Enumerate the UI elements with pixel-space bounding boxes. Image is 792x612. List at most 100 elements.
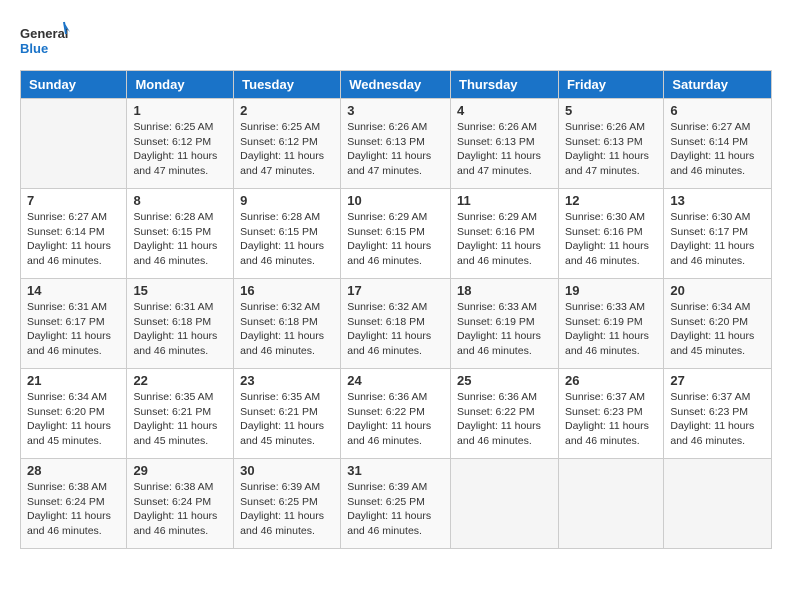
weekday-header: Sunday [21,71,127,99]
calendar-cell: 7 Sunrise: 6:27 AM Sunset: 6:14 PM Daylig… [21,189,127,279]
calendar-cell: 18 Sunrise: 6:33 AM Sunset: 6:19 PM Dayli… [451,279,559,369]
day-number: 25 [457,373,552,388]
day-number: 23 [240,373,334,388]
calendar-cell: 23Sunrise: 6:35 AM Sunset: 6:21 PM Dayli… [234,369,341,459]
calendar-cell [664,459,772,549]
day-number: 22 [133,373,227,388]
calendar-cell: 21 Sunrise: 6:34 AM Sunset: 6:20 PM Dayli… [21,369,127,459]
weekday-header-row: SundayMondayTuesdayWednesdayThursdayFrid… [21,71,772,99]
day-number: 20 [670,283,765,298]
day-info: Sunrise: 6:37 AM Sunset: 6:23 PM Dayligh… [670,390,765,449]
day-number: 2 [240,103,334,118]
day-info: Sunrise: 6:26 AM Sunset: 6:13 PM Dayligh… [457,120,552,179]
calendar-week-row: 21 Sunrise: 6:34 AM Sunset: 6:20 PM Dayli… [21,369,772,459]
day-info: Sunrise: 6:26 AM Sunset: 6:13 PM Dayligh… [565,120,657,179]
calendar-cell [451,459,559,549]
day-info: Sunrise: 6:25 AM Sunset: 6:12 PM Dayligh… [240,120,334,179]
day-number: 26 [565,373,657,388]
day-info: Sunrise: 6:33 AM Sunset: 6:19 PM Dayligh… [457,300,552,359]
calendar-cell: 30Sunrise: 6:39 AM Sunset: 6:25 PM Dayli… [234,459,341,549]
day-info: Sunrise: 6:34 AM Sunset: 6:20 PM Dayligh… [27,390,120,449]
weekday-header: Wednesday [341,71,451,99]
day-info: Sunrise: 6:29 AM Sunset: 6:16 PM Dayligh… [457,210,552,269]
day-number: 16 [240,283,334,298]
day-number: 14 [27,283,120,298]
day-number: 9 [240,193,334,208]
day-info: Sunrise: 6:38 AM Sunset: 6:24 PM Dayligh… [133,480,227,539]
day-number: 5 [565,103,657,118]
day-info: Sunrise: 6:31 AM Sunset: 6:18 PM Dayligh… [133,300,227,359]
day-info: Sunrise: 6:28 AM Sunset: 6:15 PM Dayligh… [240,210,334,269]
day-number: 29 [133,463,227,478]
day-info: Sunrise: 6:36 AM Sunset: 6:22 PM Dayligh… [457,390,552,449]
calendar-cell: 28Sunrise: 6:38 AM Sunset: 6:24 PM Dayli… [21,459,127,549]
day-info: Sunrise: 6:32 AM Sunset: 6:18 PM Dayligh… [347,300,444,359]
day-number: 30 [240,463,334,478]
calendar-cell: 15Sunrise: 6:31 AM Sunset: 6:18 PM Dayli… [127,279,234,369]
calendar-cell: 6 Sunrise: 6:27 AM Sunset: 6:14 PM Daylig… [664,99,772,189]
weekday-header: Tuesday [234,71,341,99]
day-number: 13 [670,193,765,208]
day-info: Sunrise: 6:34 AM Sunset: 6:20 PM Dayligh… [670,300,765,359]
day-number: 27 [670,373,765,388]
logo-container: General Blue [20,20,70,60]
calendar-cell: 16 Sunrise: 6:32 AM Sunset: 6:18 PM Dayli… [234,279,341,369]
day-number: 10 [347,193,444,208]
calendar-cell: 12Sunrise: 6:30 AM Sunset: 6:16 PM Dayli… [558,189,663,279]
day-info: Sunrise: 6:32 AM Sunset: 6:18 PM Dayligh… [240,300,334,359]
day-info: Sunrise: 6:36 AM Sunset: 6:22 PM Dayligh… [347,390,444,449]
calendar-cell: 5 Sunrise: 6:26 AM Sunset: 6:13 PM Daylig… [558,99,663,189]
calendar-cell: 19Sunrise: 6:33 AM Sunset: 6:19 PM Dayli… [558,279,663,369]
calendar-cell: 14 Sunrise: 6:31 AM Sunset: 6:17 PM Dayli… [21,279,127,369]
calendar-week-row: 1Sunrise: 6:25 AM Sunset: 6:12 PM Daylig… [21,99,772,189]
day-number: 7 [27,193,120,208]
day-info: Sunrise: 6:28 AM Sunset: 6:15 PM Dayligh… [133,210,227,269]
svg-text:Blue: Blue [20,41,48,56]
day-info: Sunrise: 6:25 AM Sunset: 6:12 PM Dayligh… [133,120,227,179]
day-number: 18 [457,283,552,298]
day-number: 4 [457,103,552,118]
day-info: Sunrise: 6:27 AM Sunset: 6:14 PM Dayligh… [27,210,120,269]
day-number: 24 [347,373,444,388]
svg-text:General: General [20,26,68,41]
calendar-cell: 31 Sunrise: 6:39 AM Sunset: 6:25 PM Dayli… [341,459,451,549]
calendar-cell: 2 Sunrise: 6:25 AM Sunset: 6:12 PM Daylig… [234,99,341,189]
day-number: 3 [347,103,444,118]
calendar-cell: 24 Sunrise: 6:36 AM Sunset: 6:22 PM Dayli… [341,369,451,459]
calendar-cell: 11 Sunrise: 6:29 AM Sunset: 6:16 PM Dayli… [451,189,559,279]
calendar-cell: 27 Sunrise: 6:37 AM Sunset: 6:23 PM Dayli… [664,369,772,459]
calendar-cell: 22 Sunrise: 6:35 AM Sunset: 6:21 PM Dayli… [127,369,234,459]
day-info: Sunrise: 6:27 AM Sunset: 6:14 PM Dayligh… [670,120,765,179]
calendar-week-row: 7 Sunrise: 6:27 AM Sunset: 6:14 PM Daylig… [21,189,772,279]
day-number: 21 [27,373,120,388]
calendar-cell: 13 Sunrise: 6:30 AM Sunset: 6:17 PM Dayli… [664,189,772,279]
calendar-cell: 10 Sunrise: 6:29 AM Sunset: 6:15 PM Dayli… [341,189,451,279]
day-info: Sunrise: 6:31 AM Sunset: 6:17 PM Dayligh… [27,300,120,359]
day-info: Sunrise: 6:38 AM Sunset: 6:24 PM Dayligh… [27,480,120,539]
weekday-header: Monday [127,71,234,99]
day-number: 17 [347,283,444,298]
weekday-header: Saturday [664,71,772,99]
calendar-cell: 8Sunrise: 6:28 AM Sunset: 6:15 PM Daylig… [127,189,234,279]
calendar-cell: 3 Sunrise: 6:26 AM Sunset: 6:13 PM Daylig… [341,99,451,189]
calendar-cell: 1Sunrise: 6:25 AM Sunset: 6:12 PM Daylig… [127,99,234,189]
logo: General Blue [20,20,70,60]
day-info: Sunrise: 6:35 AM Sunset: 6:21 PM Dayligh… [133,390,227,449]
day-info: Sunrise: 6:30 AM Sunset: 6:16 PM Dayligh… [565,210,657,269]
calendar-cell: 4 Sunrise: 6:26 AM Sunset: 6:13 PM Daylig… [451,99,559,189]
day-info: Sunrise: 6:33 AM Sunset: 6:19 PM Dayligh… [565,300,657,359]
weekday-header: Friday [558,71,663,99]
day-info: Sunrise: 6:26 AM Sunset: 6:13 PM Dayligh… [347,120,444,179]
logo-icon: General Blue [20,20,70,60]
day-number: 11 [457,193,552,208]
day-number: 6 [670,103,765,118]
calendar-cell: 29 Sunrise: 6:38 AM Sunset: 6:24 PM Dayli… [127,459,234,549]
day-info: Sunrise: 6:29 AM Sunset: 6:15 PM Dayligh… [347,210,444,269]
day-number: 31 [347,463,444,478]
calendar-cell [558,459,663,549]
calendar-week-row: 14 Sunrise: 6:31 AM Sunset: 6:17 PM Dayli… [21,279,772,369]
day-info: Sunrise: 6:30 AM Sunset: 6:17 PM Dayligh… [670,210,765,269]
day-info: Sunrise: 6:39 AM Sunset: 6:25 PM Dayligh… [347,480,444,539]
day-info: Sunrise: 6:37 AM Sunset: 6:23 PM Dayligh… [565,390,657,449]
calendar-cell [21,99,127,189]
